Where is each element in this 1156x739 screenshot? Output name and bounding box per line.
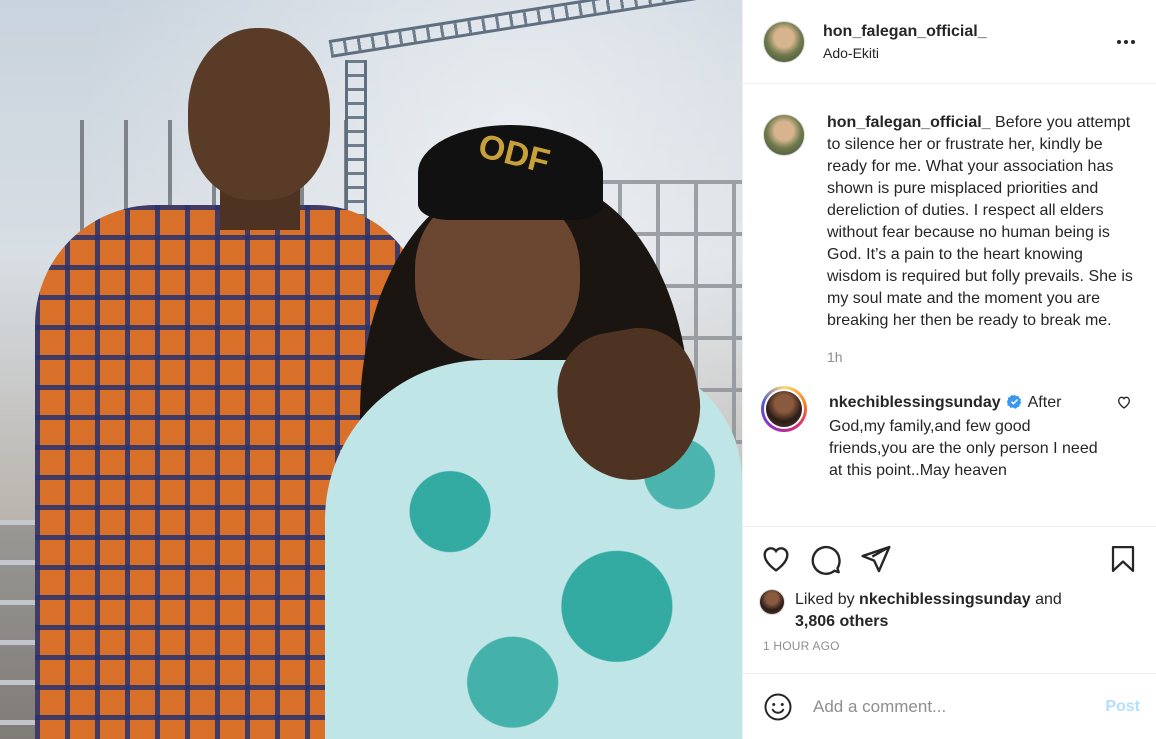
post-side-panel: hon_falegan_official_ Ado-Ekiti hon_fale… (742, 0, 1156, 739)
heart-icon[interactable] (759, 542, 793, 576)
liked-by-prefix: Liked by (795, 591, 855, 608)
liked-by: Liked by nkechiblessingsunday and 3,806 … (759, 589, 1140, 633)
post-actions: Liked by nkechiblessingsunday and 3,806 … (743, 526, 1156, 673)
liker-username[interactable]: nkechiblessingsunday (859, 591, 1031, 608)
post-age[interactable]: 1 HOUR AGO (759, 639, 1140, 653)
post-comment-button[interactable]: Post (1105, 698, 1140, 716)
comments-section[interactable]: hon_falegan_official_ Before you attempt… (743, 84, 1156, 526)
emoji-smiley-icon[interactable] (763, 692, 793, 722)
liker-avatar[interactable] (759, 589, 785, 615)
comment-bubble-icon[interactable] (809, 542, 843, 576)
caption-author-avatar[interactable] (763, 114, 805, 156)
author-username[interactable]: hon_falegan_official_ (823, 23, 1112, 41)
action-icon-row (759, 539, 1140, 579)
caption-comment: hon_falegan_official_ Before you attempt… (763, 112, 1140, 368)
post-photo[interactable]: ODF (0, 0, 742, 739)
post-location[interactable]: Ado-Ekiti (823, 45, 1112, 61)
comment-item: nkechiblessingsunday After God,my family… (761, 386, 1140, 482)
caption-time[interactable]: 1h (827, 346, 1140, 368)
paper-plane-icon[interactable] (859, 542, 893, 576)
verified-badge-icon (1006, 394, 1022, 416)
caption-body: hon_falegan_official_ Before you attempt… (827, 112, 1140, 368)
photo-man-head (188, 28, 330, 200)
author-meta: hon_falegan_official_ Ado-Ekiti (823, 23, 1112, 61)
author-avatar[interactable] (763, 20, 805, 63)
comment-body: nkechiblessingsunday After God,my family… (829, 392, 1108, 482)
comment-input[interactable] (813, 696, 1106, 717)
likes-others-count[interactable]: 3,806 others (795, 613, 888, 630)
commenter-story-avatar[interactable] (761, 386, 807, 432)
caption-author[interactable]: hon_falegan_official_ (827, 114, 991, 131)
more-options-icon[interactable] (1112, 28, 1140, 56)
post-header: hon_falegan_official_ Ado-Ekiti (743, 0, 1156, 84)
instagram-post-modal: ODF hon_falegan_official_ Ado-Ekiti hon_… (0, 0, 1156, 739)
comment-author[interactable]: nkechiblessingsunday (829, 394, 1001, 411)
liked-by-text: Liked by nkechiblessingsunday and 3,806 … (795, 589, 1062, 633)
comment-like-heart-icon[interactable] (1116, 394, 1140, 415)
liked-by-conjunction: and (1035, 591, 1062, 608)
add-comment-bar: Post (743, 673, 1156, 739)
caption-text: Before you attempt to silence her or fru… (827, 114, 1133, 329)
bookmark-icon[interactable] (1106, 542, 1140, 576)
commenter-avatar-image (764, 389, 804, 429)
